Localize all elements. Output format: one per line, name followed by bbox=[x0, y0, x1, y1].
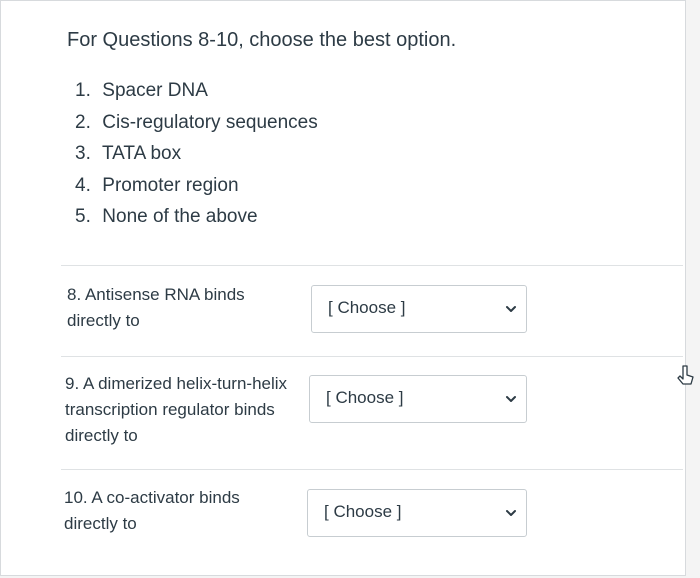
divider bbox=[61, 356, 683, 357]
divider bbox=[61, 265, 683, 266]
question-text-line: directly to bbox=[67, 311, 140, 330]
dropdown-selected-value: [ Choose ] bbox=[326, 388, 404, 407]
question-9-text: 9. A dimerized helix-turn-helix transcri… bbox=[65, 371, 325, 449]
option-item: 3. TATA box bbox=[75, 138, 318, 170]
option-number: 2. bbox=[75, 111, 91, 133]
option-item: 4. Promoter region bbox=[75, 170, 318, 202]
question-10-dropdown[interactable]: [ Choose ] bbox=[307, 489, 527, 537]
question-text-line: 10. A co-activator binds bbox=[64, 488, 240, 507]
dropdown-selected-value: [ Choose ] bbox=[324, 502, 402, 521]
option-item: 2. Cis-regulatory sequences bbox=[75, 107, 318, 139]
mouse-pointer-icon bbox=[677, 365, 694, 385]
option-label: Spacer DNA bbox=[102, 80, 208, 101]
option-label: Promoter region bbox=[102, 174, 239, 196]
question-8-dropdown[interactable]: [ Choose ] bbox=[311, 285, 527, 333]
question-9-dropdown[interactable]: [ Choose ] bbox=[309, 375, 527, 423]
question-text-line: 9. A dimerized helix-turn-helix bbox=[65, 374, 288, 393]
question-prompt: For Questions 8-10, choose the best opti… bbox=[67, 29, 457, 51]
question-10-text: 10. A co-activator binds directly to bbox=[64, 485, 314, 537]
quiz-card: For Questions 8-10, choose the best opti… bbox=[0, 0, 686, 576]
option-item: 5. None of the above bbox=[75, 201, 318, 233]
option-label: TATA box bbox=[101, 143, 182, 164]
question-text-line: directly to bbox=[65, 426, 138, 445]
option-label: Cis-regulatory sequences bbox=[102, 111, 318, 133]
option-number: 3. bbox=[75, 143, 91, 164]
chevron-down-icon bbox=[506, 396, 516, 402]
option-number: 4. bbox=[75, 174, 91, 196]
option-label: None of the above bbox=[102, 206, 258, 227]
option-item: 1. Spacer DNA bbox=[75, 75, 318, 107]
dropdown-selected-value: [ Choose ] bbox=[328, 298, 406, 317]
question-text-line: directly to bbox=[64, 514, 137, 533]
question-text-line: 8. Antisense RNA binds bbox=[67, 285, 245, 304]
option-number: 5. bbox=[75, 206, 91, 227]
answer-options-list: 1. Spacer DNA 2. Cis-regulatory sequence… bbox=[75, 75, 318, 233]
divider bbox=[61, 469, 683, 470]
question-8-text: 8. Antisense RNA binds directly to bbox=[67, 282, 317, 334]
chevron-down-icon bbox=[506, 510, 516, 516]
option-number: 1. bbox=[75, 80, 91, 101]
question-text-line: transcription regulator binds bbox=[65, 400, 275, 419]
chevron-down-icon bbox=[506, 306, 516, 312]
